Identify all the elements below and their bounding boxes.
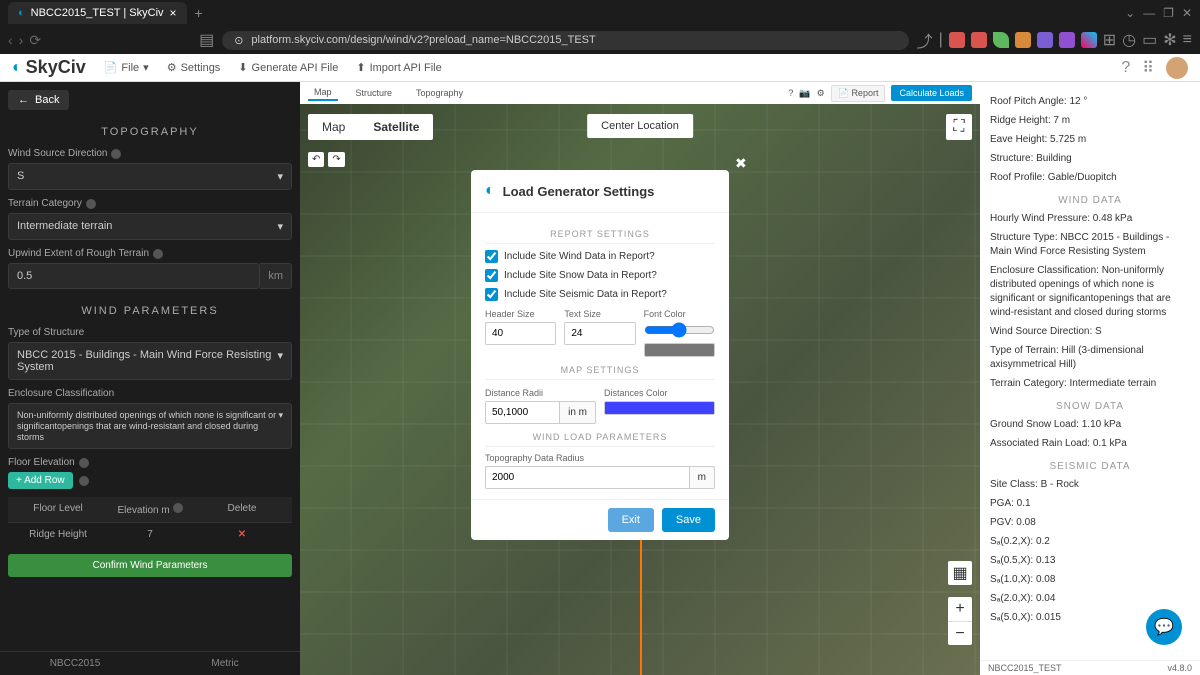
dist-color-swatch[interactable] xyxy=(604,401,715,415)
modal-close-icon[interactable]: ✖ xyxy=(735,155,747,172)
modal-footer: Exit Save xyxy=(471,499,729,540)
chk-seismic[interactable]: Include Site Seismic Data in Report? xyxy=(485,288,715,301)
topo-radius-input[interactable] xyxy=(485,466,690,489)
logo-icon: ◐ xyxy=(485,182,495,200)
font-color-slider[interactable] xyxy=(644,322,715,338)
font-color-label: Font Color xyxy=(644,309,715,319)
map-settings-header: MAP SETTINGS xyxy=(485,365,715,380)
font-color-swatch[interactable] xyxy=(644,343,715,357)
dist-unit: in m xyxy=(560,401,596,424)
topo-radius-label: Topography Data Radius xyxy=(485,453,715,463)
modal-overlay: ✖ ◐ Load Generator Settings REPORT SETTI… xyxy=(0,0,1200,675)
header-size-input[interactable] xyxy=(485,322,556,345)
report-settings-header: REPORT SETTINGS xyxy=(485,229,715,244)
text-size-label: Text Size xyxy=(564,309,635,319)
exit-button[interactable]: Exit xyxy=(608,508,654,532)
modal-header: ◐ Load Generator Settings xyxy=(471,170,729,213)
dist-color-label: Distances Color xyxy=(604,388,715,398)
topo-unit: m xyxy=(690,466,715,489)
chk-snow[interactable]: Include Site Snow Data in Report? xyxy=(485,269,715,282)
dist-radii-input[interactable] xyxy=(485,401,560,424)
text-size-input[interactable] xyxy=(564,322,635,345)
chk-wind[interactable]: Include Site Wind Data in Report? xyxy=(485,250,715,263)
dist-radii-label: Distance Radii xyxy=(485,388,596,398)
save-button[interactable]: Save xyxy=(662,508,715,532)
settings-modal: ◐ Load Generator Settings REPORT SETTING… xyxy=(471,170,729,540)
wind-load-header: WIND LOAD PARAMETERS xyxy=(485,432,715,447)
modal-title: Load Generator Settings xyxy=(503,184,655,199)
header-size-label: Header Size xyxy=(485,309,556,319)
